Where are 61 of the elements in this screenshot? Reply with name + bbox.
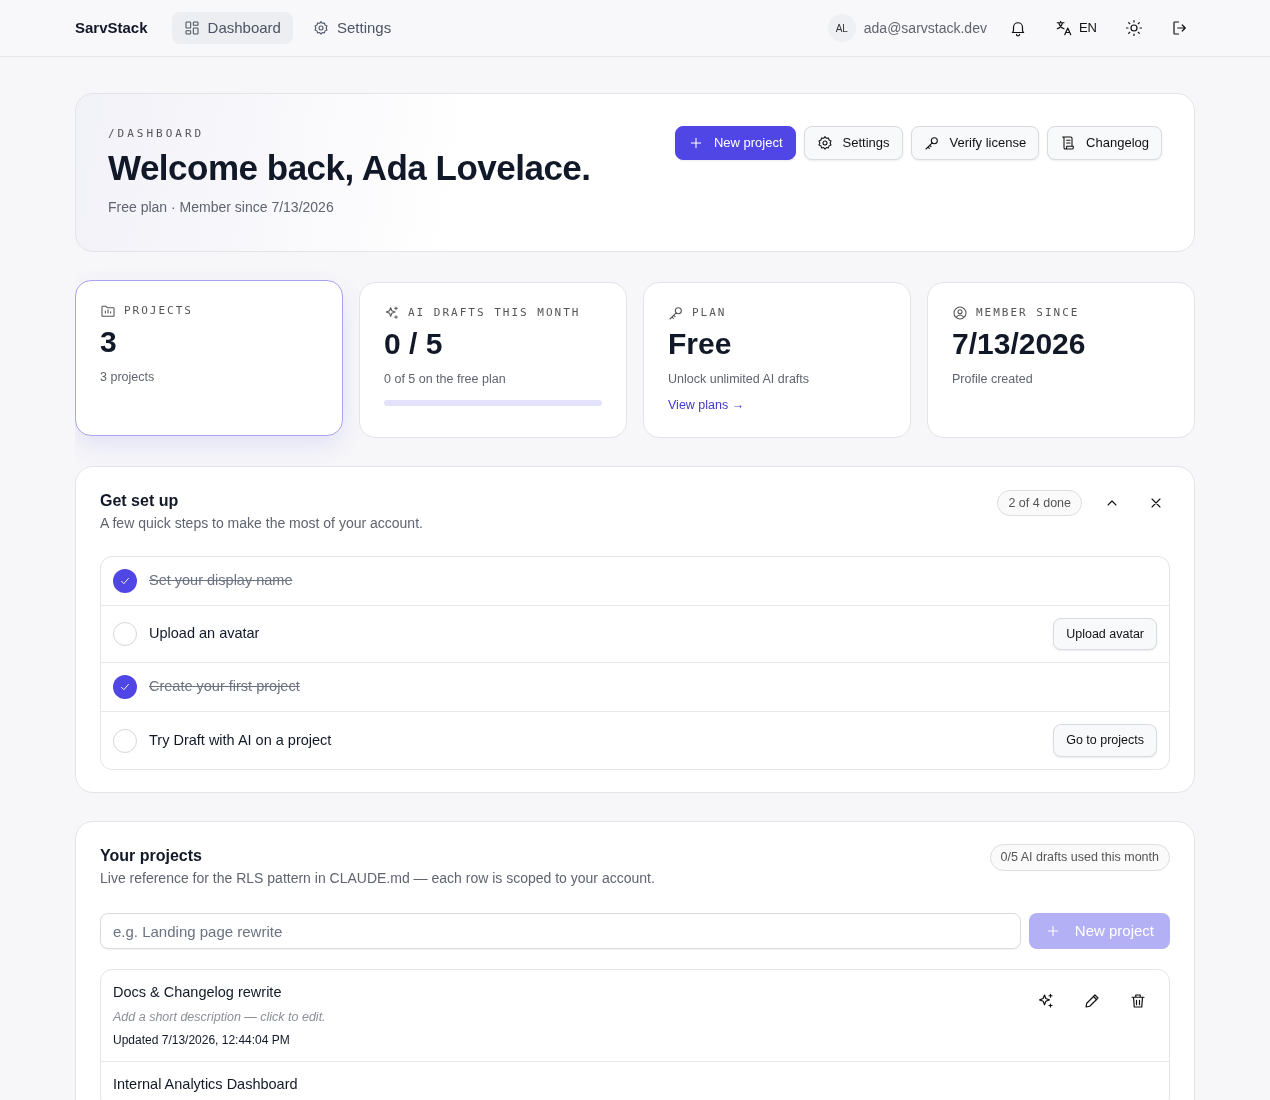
sun-icon bbox=[1125, 19, 1143, 37]
updated-timestamp: Updated 7/13/2026, 12:44:04 PM bbox=[113, 1031, 291, 1049]
projects-subtitle: Live reference for the RLS pattern in CLAUDE.md — each row is scoped to your account. bbox=[100, 869, 655, 888]
welcome-title: Welcome back, Ada Lovelace. bbox=[108, 146, 591, 189]
sparkles-icon bbox=[1037, 992, 1055, 1010]
stat-value: Free bbox=[668, 325, 733, 362]
step-label: Create your first project bbox=[149, 677, 300, 697]
stat-label: AI DRAFTS THIS MONTH bbox=[408, 305, 581, 321]
trash-icon bbox=[1129, 992, 1147, 1010]
folder-icon bbox=[100, 303, 116, 320]
progress-badge: 2 of 4 done bbox=[997, 489, 1082, 517]
step-checkbox[interactable] bbox=[113, 675, 137, 699]
nav-tab[interactable]: Dashboard bbox=[171, 11, 293, 45]
usage-badge: 0/5 AI drafts used this month bbox=[989, 844, 1170, 871]
project-name-field[interactable]: e.g. Landing page rewrite bbox=[100, 913, 1021, 949]
projects-title: Your projects bbox=[100, 846, 203, 866]
key-icon bbox=[668, 305, 684, 322]
settings-icon bbox=[312, 20, 329, 36]
stat-value: 7/13/2026 bbox=[952, 325, 1087, 362]
stat-value: 3 bbox=[100, 323, 118, 360]
go-to-projects-button[interactable]: Go to projects bbox=[1053, 724, 1157, 757]
stat-caption: Unlock unlimited AI drafts bbox=[668, 370, 811, 388]
step-label: Upload an avatar bbox=[149, 624, 260, 644]
language-button[interactable]: EN bbox=[1048, 12, 1103, 44]
user-email: ada@sarvstack.dev bbox=[863, 18, 987, 38]
project-name[interactable]: Internal Analytics Dashboard bbox=[113, 1073, 298, 1096]
stat-label: PROJECTS bbox=[124, 303, 193, 319]
settings-icon bbox=[816, 134, 833, 151]
nav-tab[interactable]: Settings bbox=[300, 11, 404, 45]
upload-avatar-button[interactable]: Upload avatar bbox=[1053, 617, 1157, 651]
step-checkbox[interactable] bbox=[113, 728, 137, 753]
plan-subtitle: Free plan · Member since 7/13/2026 bbox=[108, 197, 335, 217]
step-checkbox[interactable] bbox=[113, 569, 137, 593]
grid-icon bbox=[183, 20, 200, 36]
step-checkbox[interactable] bbox=[113, 622, 137, 646]
scroll-icon bbox=[1060, 134, 1077, 151]
stat-value: 0 / 5 bbox=[384, 325, 444, 362]
setup-subtitle: A few quick steps to make the most of your account. bbox=[100, 514, 423, 533]
verify-license-button[interactable]: Verify license bbox=[910, 126, 1040, 160]
setup-title: Get set up bbox=[100, 491, 180, 511]
stat-label: PLAN bbox=[692, 305, 727, 321]
pencil-icon bbox=[1083, 992, 1101, 1010]
user-circle-icon bbox=[952, 305, 968, 322]
changelog-button[interactable]: Changelog bbox=[1047, 126, 1162, 160]
stat-caption: Profile created bbox=[952, 370, 1034, 388]
stat-caption: 0 of 5 on the free plan bbox=[384, 370, 507, 388]
view-plans-link[interactable]: View plans → bbox=[668, 396, 745, 415]
step-label: Try Draft with AI on a project bbox=[149, 730, 332, 750]
stat-label: MEMBER SINCE bbox=[976, 305, 1080, 321]
avatar-initials: AL bbox=[827, 14, 856, 42]
step-label: Set your display name bbox=[149, 571, 293, 591]
breadcrumb: /DASHBOARD bbox=[108, 126, 206, 142]
translate-icon bbox=[1054, 19, 1073, 37]
key-icon bbox=[923, 134, 940, 151]
stat-caption: 3 projects bbox=[100, 368, 156, 386]
logout-icon bbox=[1171, 19, 1189, 37]
project-name[interactable]: Docs & Changelog rewrite bbox=[113, 982, 326, 1004]
settings-button[interactable]: Settings bbox=[803, 126, 903, 160]
sparkles-icon bbox=[384, 305, 400, 322]
new-project-button[interactable]: New project bbox=[674, 126, 796, 160]
brand-name[interactable]: SarvStack bbox=[75, 16, 148, 40]
